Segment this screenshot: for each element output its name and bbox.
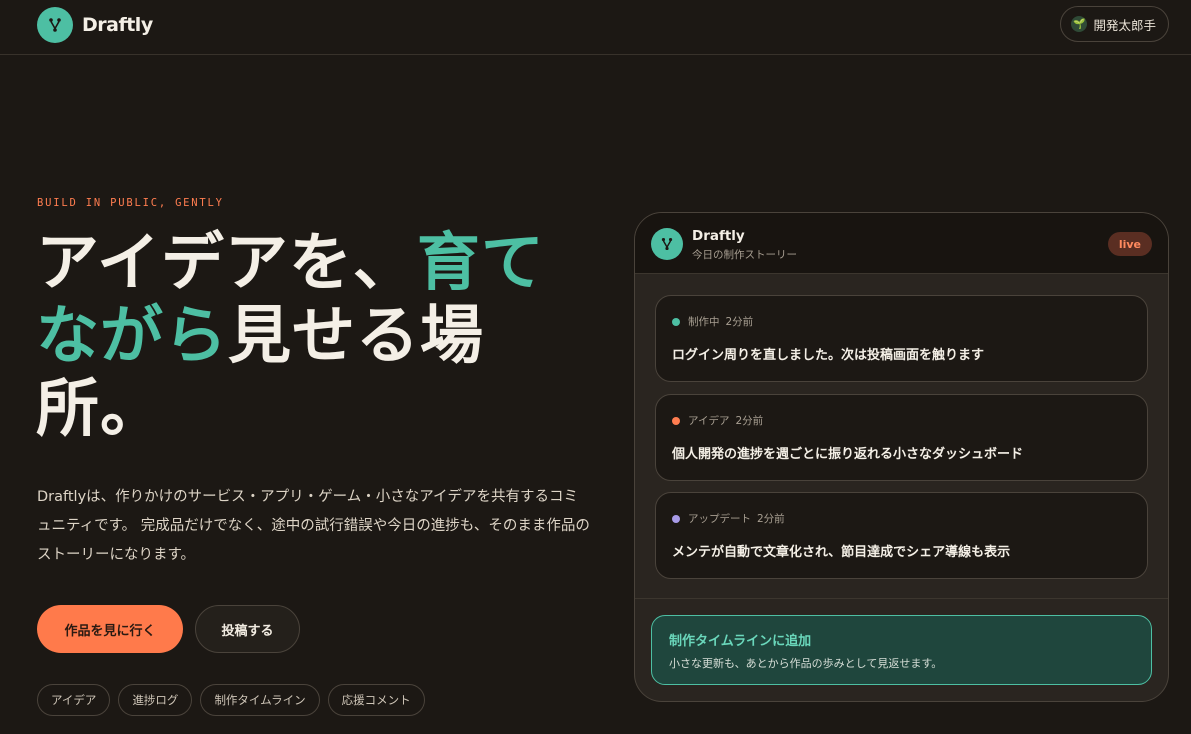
status-dot-icon [672,514,680,523]
entry-text: メンテが自動で文章化され、節目達成でシェア導線も表示 [672,545,1011,560]
brand[interactable]: Draftly [37,7,153,43]
tag-list: アイデア 進捗ログ 制作タイムライン 応援コメント [37,684,425,716]
entry-text: ログイン周りを直しました。次は投稿画面を触ります [672,348,985,363]
site-header: Draftly 🌱 開発太郎手 [0,0,1191,55]
timeline-entry[interactable]: アップデート 2分前 メンテが自動で文章化され、節目達成でシェア導線も表示 [655,492,1148,579]
status-dot-icon [672,317,680,326]
post-button[interactable]: 投稿する [195,605,300,653]
tag-progress-log[interactable]: 進捗ログ [118,684,193,716]
timeline-entry[interactable]: アイデア 2分前 個人開発の進捗を週ごとに振り返れる小さなダッシュボード [655,394,1148,481]
story-card: Draftly 今日の制作ストーリー live 制作中 2分前 ログイン周りを直… [634,212,1169,702]
headline-part1: アイデアを、 [36,226,417,299]
add-to-timeline-button[interactable]: 制作タイムラインに追加 小さな更新も、あとから作品の歩みとして見返せます。 [651,615,1152,685]
add-description: 小さな更新も、あとから作品の歩みとして見返せます。 [669,657,943,670]
hero-eyebrow: BUILD IN PUBLIC, GENTLY [37,197,224,209]
card-title: Draftly [692,228,745,244]
divider [635,598,1168,599]
user-name: 開発太郎手 [1093,17,1156,33]
branch-logo-icon [37,7,73,43]
add-title: 制作タイムラインに追加 [669,634,812,649]
entry-time: 2分前 [735,415,764,427]
branch-logo-icon [651,228,683,260]
status-dot-icon [672,416,680,425]
user-menu-button[interactable]: 🌱 開発太郎手 [1060,6,1169,42]
entry-category: 制作中 [688,316,720,328]
entry-category: アイデア [688,415,730,427]
tag-cheer-comment[interactable]: 応援コメント [327,684,425,716]
tag-timeline[interactable]: 制作タイムライン [200,684,320,716]
entry-time: 2分前 [725,316,754,328]
hero-headline: アイデアを、育てながら見せる場所。 [36,226,596,445]
entry-time: 2分前 [757,513,785,525]
entry-meta: 制作中 2分前 [672,314,753,329]
tag-idea[interactable]: アイデア [37,684,111,716]
timeline-entry[interactable]: 制作中 2分前 ログイン周りを直しました。次は投稿画面を触ります [655,295,1148,382]
hero-lead: Draftlyは、作りかけのサービス・アプリ・ゲーム・小さなアイデアを共有するコ… [37,489,590,563]
live-badge: live [1107,232,1152,256]
brand-name: Draftly [82,14,153,36]
browse-works-button[interactable]: 作品を見に行く [37,605,183,653]
entry-meta: アップデート 2分前 [672,511,785,526]
entry-text: 個人開発の進捗を週ごとに振り返れる小さなダッシュボード [672,447,1024,462]
card-header: Draftly 今日の制作ストーリー live [635,213,1168,274]
plant-icon: 🌱 [1071,16,1088,32]
entry-category: アップデート [688,513,751,525]
card-subtitle: 今日の制作ストーリー [692,249,797,261]
entry-meta: アイデア 2分前 [672,413,763,428]
